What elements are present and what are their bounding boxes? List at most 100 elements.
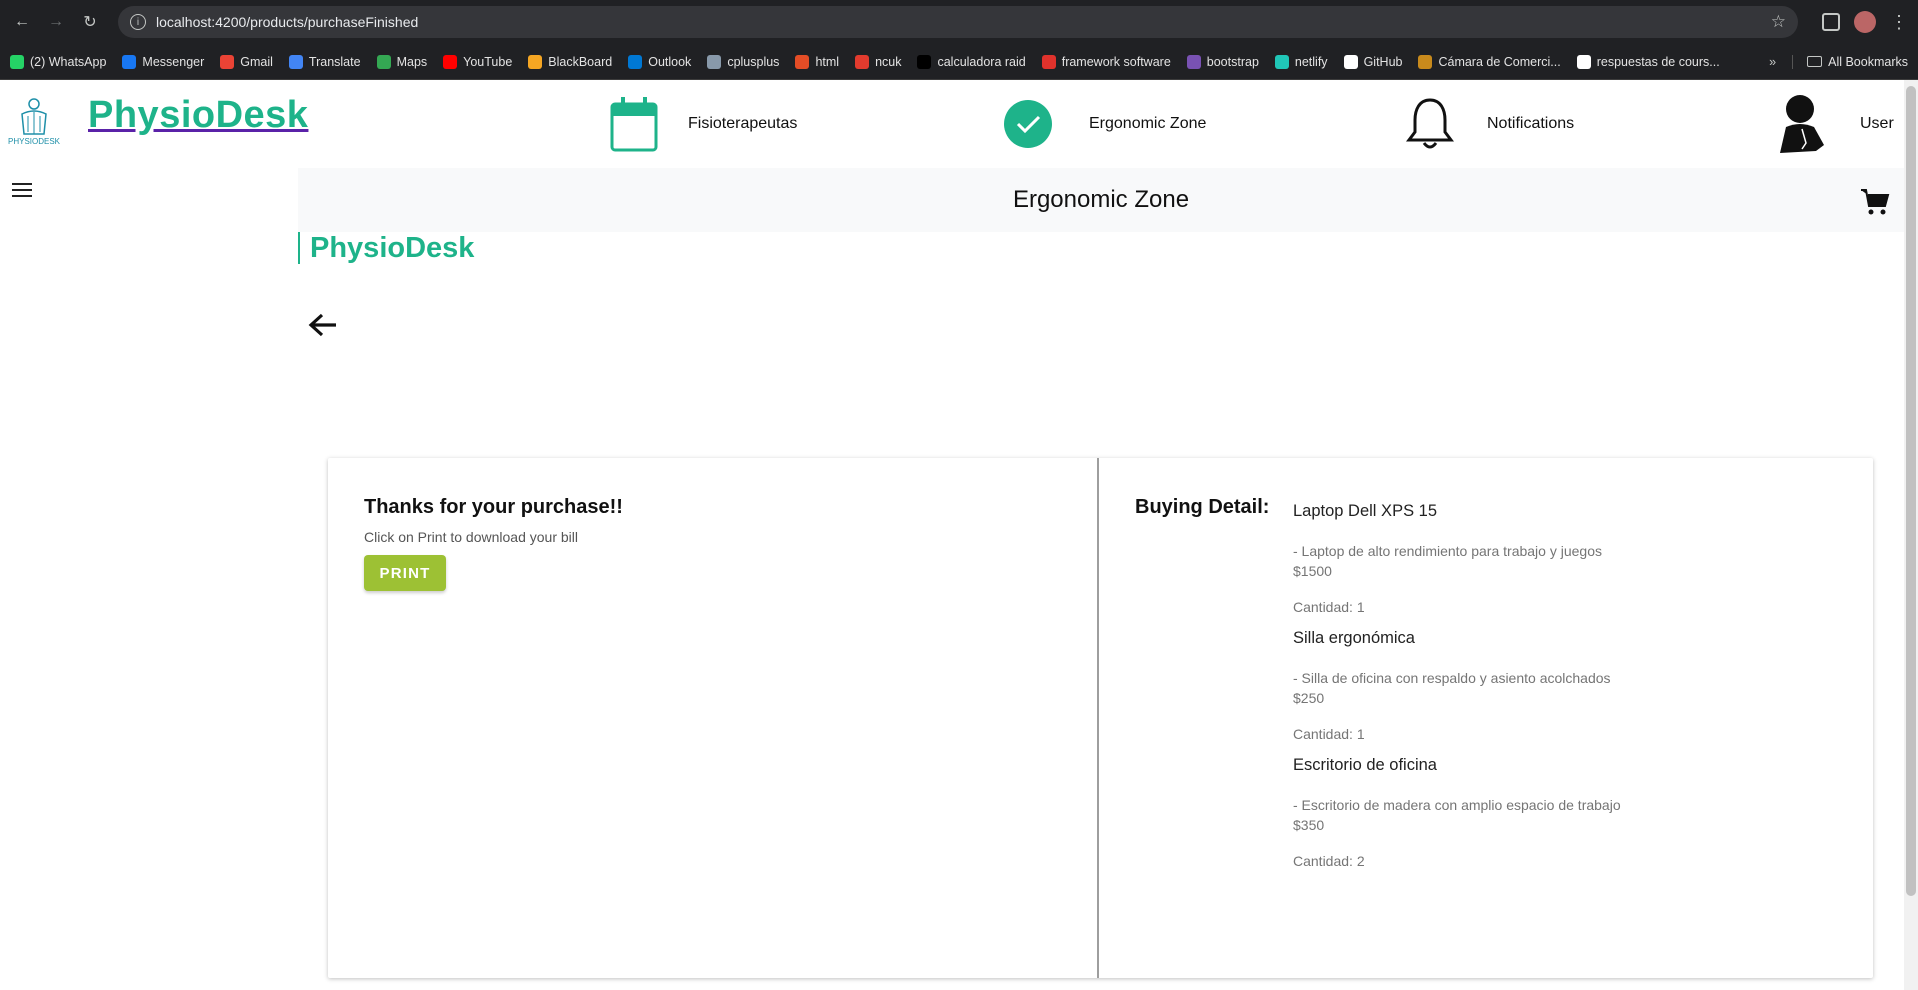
bookmark-item[interactable]: BlackBoard (528, 54, 613, 69)
bookmark-item[interactable]: GitHub (1343, 54, 1403, 69)
bookmark-item[interactable]: Cámara de Comerci... (1418, 54, 1561, 69)
bookmark-item[interactable]: Translate (288, 54, 361, 69)
bookmark-star-icon[interactable]: ☆ (1771, 12, 1786, 32)
bookmark-favicon-icon (1418, 54, 1433, 69)
item-quantity: Cantidad: 1 (1293, 599, 1365, 615)
bookmark-item[interactable]: bootstrap (1186, 54, 1259, 69)
bookmark-favicon-icon (1343, 54, 1358, 69)
bookmark-label: netlify (1294, 54, 1328, 69)
bookmark-item[interactable]: respuestas de cours... (1576, 54, 1720, 69)
bookmark-label: Messenger (142, 54, 205, 69)
item-description: - Escritorio de madera con amplio espaci… (1293, 797, 1621, 813)
bookmark-label: BlackBoard (548, 54, 613, 69)
bookmark-label: bootstrap (1206, 54, 1259, 69)
bookmark-favicon-icon (1186, 54, 1201, 69)
bookmark-item[interactable]: YouTube (443, 54, 513, 69)
bookmark-favicon-icon (628, 54, 643, 69)
calendar-icon (610, 97, 658, 152)
bookmark-item[interactable]: framework software (1041, 54, 1171, 69)
brand-title[interactable]: PhysioDesk (88, 94, 308, 137)
site-info-icon[interactable]: i (130, 14, 146, 30)
more-bookmarks-icon[interactable]: » (1769, 55, 1776, 69)
shopping-cart-icon[interactable] (1860, 188, 1890, 216)
bookmark-label: Gmail (240, 54, 273, 69)
more-menu-icon[interactable]: ⋮ (1890, 13, 1908, 31)
user-icon (1780, 95, 1824, 153)
bookmark-item[interactable]: calculadora raid (917, 54, 1026, 69)
bookmark-favicon-icon (443, 54, 458, 69)
bookmark-label: Outlook (648, 54, 692, 69)
bookmark-item[interactable]: netlify (1274, 54, 1328, 69)
bookmark-item[interactable]: (2) WhatsApp (10, 54, 107, 69)
bookmark-favicon-icon (1041, 54, 1056, 69)
nav-notifications-label: Notifications (1487, 115, 1575, 132)
physiodesk-logo[interactable]: PHYSIODESK (8, 94, 60, 150)
bookmark-favicon-icon (855, 54, 870, 69)
bookmark-item[interactable]: Maps (376, 54, 428, 69)
bookmark-label: Translate (308, 54, 361, 69)
bookmark-favicon-icon (707, 54, 722, 69)
bookmark-label: YouTube (463, 54, 513, 69)
print-button[interactable]: PRINT (364, 555, 446, 591)
check-circle-icon (1004, 100, 1052, 148)
nav-user[interactable]: User (1772, 93, 1894, 155)
item-price: $350 (1293, 817, 1325, 833)
bookmark-favicon-icon (220, 54, 235, 69)
bookmark-favicon-icon (795, 54, 810, 69)
bookmark-label: (2) WhatsApp (30, 54, 107, 69)
scrollbar-thumb[interactable] (1906, 86, 1916, 896)
nav-user-label: User (1860, 115, 1894, 132)
bookmark-item[interactable]: html (795, 54, 840, 69)
thanks-heading: Thanks for your purchase!! (364, 496, 623, 518)
nav-ergonomic-zone[interactable]: Ergonomic Zone (1003, 99, 1206, 149)
forward-icon[interactable]: → (44, 10, 68, 34)
bookmark-favicon-icon (376, 54, 391, 69)
bookmarks-bar: (2) WhatsApp Messenger Gmail Translate Maps Y… (0, 44, 1918, 80)
bookmark-favicon-icon (528, 54, 543, 69)
extensions-icon[interactable] (1822, 13, 1840, 31)
page-title: Ergonomic Zone (1012, 186, 1190, 213)
buying-detail-label: Buying Detail: (1135, 496, 1270, 518)
bookmark-label: html (815, 54, 840, 69)
purchase-item: Silla ergonómica - Silla de oficina con r… (1293, 629, 1837, 742)
address-bar[interactable]: i localhost:4200/products/purchaseFinish… (118, 6, 1798, 38)
reload-icon[interactable]: ↻ (78, 10, 102, 34)
bookmark-item[interactable]: Outlook (628, 54, 692, 69)
bookmark-item[interactable]: Messenger (122, 54, 205, 69)
bookmark-label: ncuk (875, 54, 902, 69)
bookmark-label: Cámara de Comerci... (1438, 54, 1561, 69)
bookmark-favicon-icon (122, 54, 137, 69)
url-text[interactable]: localhost:4200/products/purchaseFinished (156, 14, 1761, 30)
item-list: Laptop Dell XPS 15 - Laptop de alto rendi… (1293, 496, 1837, 940)
back-arrow-icon[interactable] (308, 312, 338, 338)
item-name: Laptop Dell XPS 15 (1293, 502, 1438, 520)
main-content: Ergonomic Zone PhysioDesk Thanks for you… (298, 168, 1904, 990)
nav-physios[interactable]: Fisioterapeutas (610, 96, 797, 152)
buying-detail-panel: Buying Detail: Laptop Dell XPS 15 - Lapto… (1099, 458, 1873, 978)
bookmark-label: GitHub (1363, 54, 1403, 69)
bookmark-label: respuestas de cours... (1596, 54, 1720, 69)
bookmark-item[interactable]: cplusplus (707, 54, 780, 69)
all-bookmarks[interactable]: All Bookmarks (1792, 54, 1908, 69)
nav-physios-label: Fisioterapeutas (688, 115, 798, 132)
bookmark-label: cplusplus (727, 54, 780, 69)
hamburger-menu-icon[interactable] (12, 183, 32, 199)
print-hint: Click on Print to download your bill (364, 529, 578, 545)
bell-icon (1406, 98, 1454, 149)
page-scrollbar[interactable] (1904, 80, 1918, 990)
thanks-panel: Thanks for your purchase!! Click on Prin… (328, 458, 1099, 978)
purchase-item: Laptop Dell XPS 15 - Laptop de alto rendi… (1293, 502, 1837, 615)
nav-notifications[interactable]: Notifications (1405, 96, 1574, 152)
item-description: - Silla de oficina con respaldo y asient… (1293, 670, 1611, 686)
bookmark-label: Maps (396, 54, 428, 69)
item-quantity: Cantidad: 1 (1293, 726, 1365, 742)
section-brand: PhysioDesk (298, 232, 1904, 264)
back-icon[interactable]: ← (10, 10, 34, 34)
profile-avatar[interactable] (1854, 11, 1876, 33)
item-description: - Laptop de alto rendimiento para trabaj… (1293, 543, 1602, 559)
nav-ergonomic-label: Ergonomic Zone (1089, 115, 1207, 132)
bookmark-item[interactable]: ncuk (855, 54, 902, 69)
bookmark-label: calculadora raid (937, 54, 1026, 69)
bookmark-item[interactable]: Gmail (220, 54, 273, 69)
item-name: Escritorio de oficina (1293, 756, 1437, 774)
